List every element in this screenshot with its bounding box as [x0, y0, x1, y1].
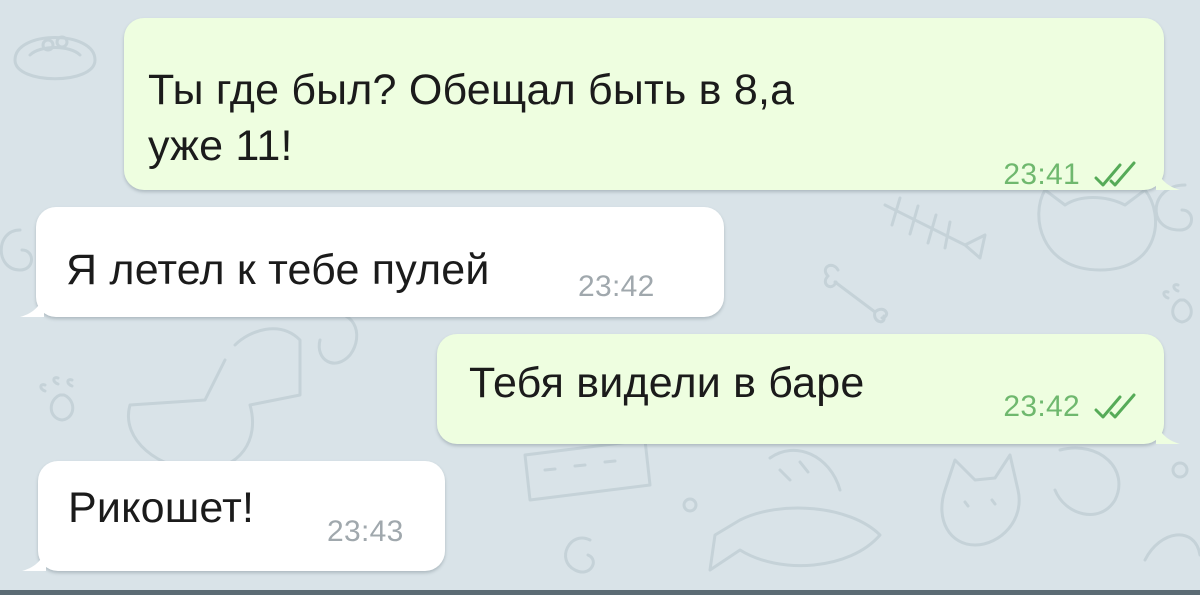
- message-time: 23:42: [578, 270, 655, 303]
- message-text: Тебя видели в баре: [469, 359, 865, 407]
- message-text: Рикошет!: [68, 484, 255, 532]
- bubble-tail: [1156, 164, 1180, 190]
- message-meta: 23:43: [327, 515, 404, 549]
- message-time: 23:42: [1003, 390, 1080, 423]
- double-check-icon: [1094, 393, 1136, 419]
- bubble-tail: [1156, 418, 1180, 444]
- bottom-divider: [0, 590, 1200, 595]
- bubble-tail: [20, 291, 44, 317]
- incoming-message[interactable]: Я летел к тебе пулей 23:42: [20, 207, 724, 317]
- incoming-message[interactable]: Рикошет! 23:43: [22, 461, 445, 571]
- message-meta: 23:42: [1003, 390, 1140, 424]
- message-time: 23:43: [327, 515, 404, 548]
- message-text: Я летел к тебе пулей: [66, 246, 490, 294]
- bubble-tail: [22, 545, 46, 571]
- message-text: Ты где был? Обещал быть в 8,а уже 11!: [148, 66, 795, 170]
- double-check-icon: [1094, 161, 1136, 187]
- outgoing-message[interactable]: Тебя видели в баре 23:42: [437, 334, 1180, 444]
- message-meta: 23:41: [1003, 158, 1140, 192]
- message-time: 23:41: [1003, 158, 1080, 191]
- chat-history[interactable]: Ты где был? Обещал быть в 8,а уже 11! 23…: [0, 0, 1200, 595]
- outgoing-message[interactable]: Ты где был? Обещал быть в 8,а уже 11! 23…: [124, 18, 1180, 192]
- message-meta: 23:42: [578, 270, 655, 304]
